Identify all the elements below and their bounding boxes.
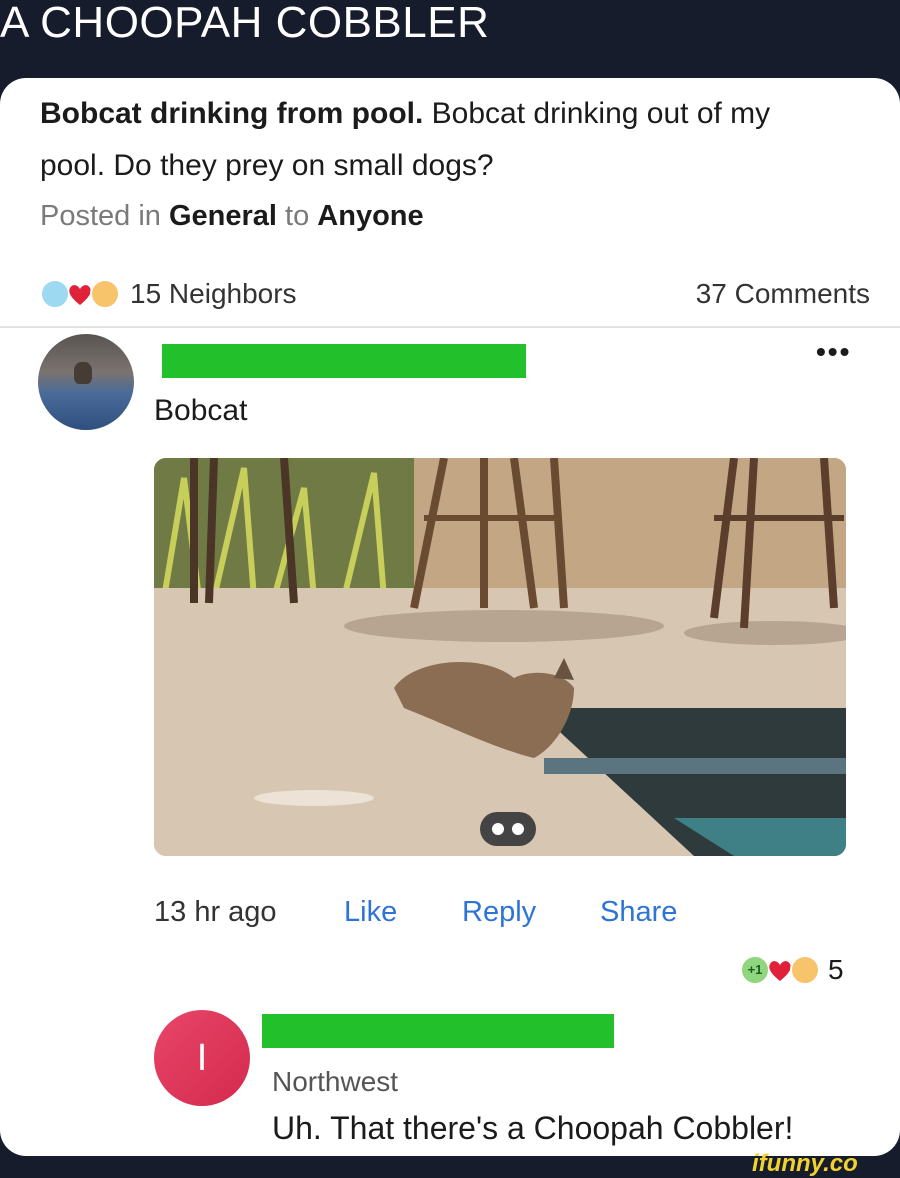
post-title-bold: Bobcat drinking from pool.: [40, 97, 424, 130]
posted-prefix: Posted in: [40, 200, 169, 232]
more-icon[interactable]: •••: [816, 336, 851, 368]
category-link[interactable]: General: [169, 200, 277, 232]
comment-location: Northwest: [272, 1066, 399, 1097]
divider: [0, 326, 900, 328]
avatar[interactable]: [38, 334, 134, 430]
post-photo[interactable]: [154, 458, 846, 856]
post-reactions-row: 15 Neighbors 37 Comments: [40, 274, 870, 314]
reply-button[interactable]: Reply: [462, 896, 600, 929]
meme-caption: A CHOOPAH COBBLER: [0, 0, 490, 47]
like-button[interactable]: Like: [344, 896, 462, 929]
redacted-name: [262, 1014, 614, 1048]
posted-to: to: [276, 200, 318, 232]
avatar[interactable]: I: [154, 1010, 250, 1106]
comment-author: Bobcat: [154, 394, 248, 427]
comment-count[interactable]: 37 Comments: [696, 278, 870, 310]
gallery-indicator-icon[interactable]: [480, 812, 536, 846]
comment-reaction-count: 5: [828, 954, 844, 985]
posted-in-line: Posted in General to Anyone: [40, 200, 424, 233]
post-title: Bobcat drinking from pool. Bobcat drinki…: [40, 88, 840, 192]
comment-actions: 13 hr ago Like Reply Share: [154, 896, 677, 929]
audience-link[interactable]: Anyone: [317, 200, 423, 232]
wow-emoji-icon: [90, 279, 120, 309]
redacted-name: [162, 344, 526, 378]
watermark: ifunny.co: [752, 1150, 858, 1177]
comment-text: Uh. That there's a Choopah Cobbler!: [272, 1110, 794, 1146]
comment-time: 13 hr ago: [154, 896, 277, 928]
wow-emoji-icon: [790, 955, 820, 985]
post-card: Bobcat drinking from pool. Bobcat drinki…: [0, 78, 900, 1156]
share-button[interactable]: Share: [600, 896, 677, 929]
comment-reactions[interactable]: +1 5: [740, 954, 844, 986]
reaction-count[interactable]: 15 Neighbors: [130, 278, 297, 310]
